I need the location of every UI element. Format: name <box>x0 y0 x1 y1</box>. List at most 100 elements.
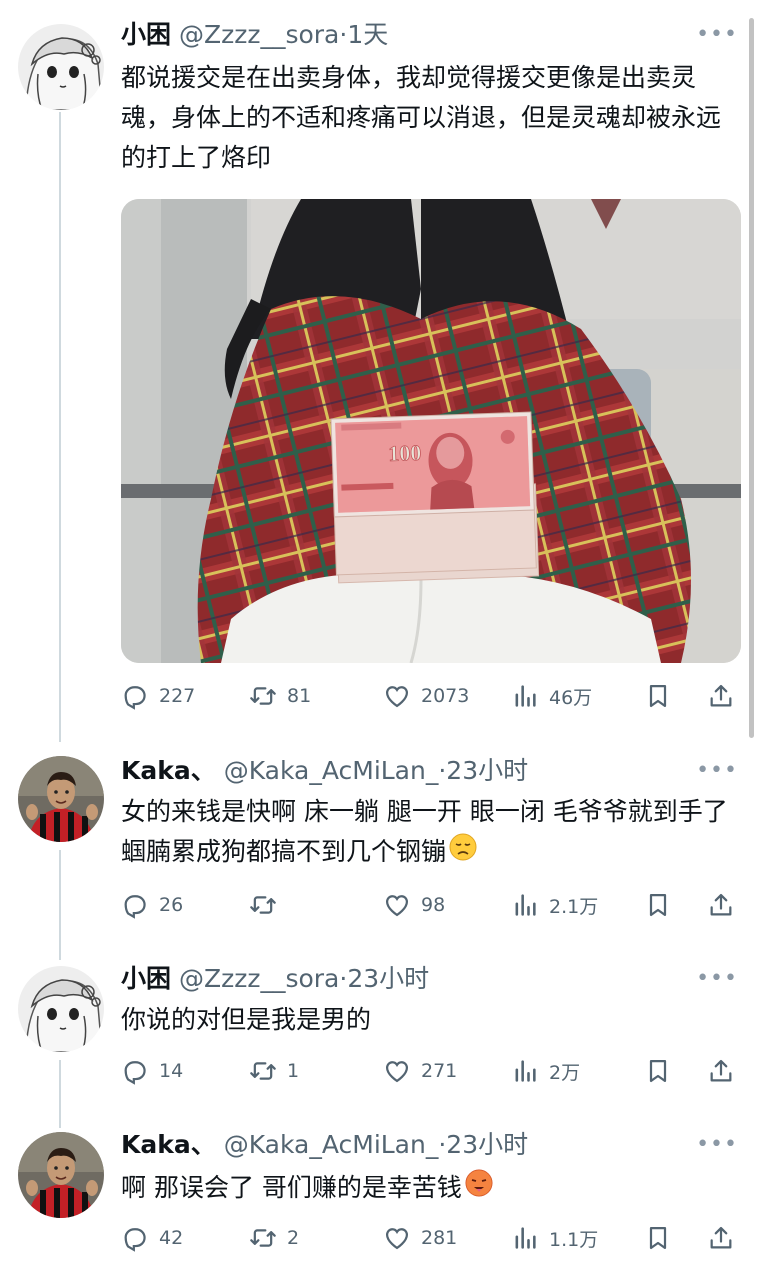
retweet-count: 2 <box>287 1227 300 1249</box>
reply-count: 227 <box>159 685 196 707</box>
tweet-actions: 14 1 271 2万 <box>121 1054 741 1088</box>
share-icon <box>710 1226 732 1249</box>
retweet-icon <box>250 1062 276 1080</box>
bookmark-button[interactable] <box>644 1054 672 1088</box>
views-icon <box>515 894 536 916</box>
share-button[interactable] <box>707 1054 735 1088</box>
like-button[interactable]: 281 <box>383 1221 457 1255</box>
handle-timestamp[interactable]: @Kaka_AcMiLan_·23小时 <box>224 1130 528 1159</box>
like-icon <box>385 1228 409 1250</box>
like-count: 271 <box>421 1060 458 1082</box>
display-name[interactable]: Kaka、 <box>121 756 216 785</box>
reply-button[interactable]: 227 <box>121 679 195 713</box>
retweet-button[interactable]: 1 <box>249 1054 299 1088</box>
retweet-count: 1 <box>287 1060 300 1082</box>
tweet-text: 女的来钱是快啊 床一躺 腿一开 眼一闭 毛爷爷就到手了 蝈腩累成狗都搞不到几个钢… <box>121 792 731 874</box>
bookmark-button[interactable] <box>644 888 672 922</box>
like-icon <box>385 895 409 917</box>
share-icon <box>710 893 732 916</box>
reply-icon <box>124 1061 146 1085</box>
avatar[interactable] <box>18 756 104 842</box>
tweet-header: Kaka、 @Kaka_AcMiLan_·23小时 <box>121 754 528 788</box>
view-count: 2万 <box>549 1061 581 1084</box>
retweet-button[interactable] <box>249 888 287 922</box>
views-icon <box>515 685 536 707</box>
reply-icon <box>124 686 146 710</box>
handle-timestamp[interactable]: @Zzzz__sora·23小时 <box>179 964 429 993</box>
reply-count: 14 <box>159 1060 184 1082</box>
tweet-header: 小困 @Zzzz__sora·23小时 <box>121 962 429 996</box>
hot-face-emoji-icon <box>464 1168 494 1210</box>
tweet[interactable]: Kaka、 @Kaka_AcMiLan_·23小时 ••• 啊 那误会了 哥们赚… <box>0 1120 758 1280</box>
handle-timestamp[interactable]: @Zzzz__sora·1天 <box>179 20 388 49</box>
more-icon[interactable]: ••• <box>696 758 738 783</box>
reply-button[interactable]: 26 <box>121 888 183 922</box>
views-button[interactable]: 1.1万 <box>511 1221 598 1255</box>
share-icon <box>710 1059 732 1082</box>
display-name[interactable]: Kaka、 <box>121 1130 216 1159</box>
like-count: 98 <box>421 894 446 916</box>
display-name[interactable]: 小困 <box>121 964 171 993</box>
views-button[interactable]: 2.1万 <box>511 888 598 922</box>
reply-count: 26 <box>159 894 184 916</box>
view-count: 1.1万 <box>549 1228 599 1251</box>
bookmark-icon <box>649 1059 667 1083</box>
views-icon <box>515 1227 536 1249</box>
tweet-text: 都说援交是在出卖身体，我却觉得援交更像是出卖灵魂，身体上的不适和疼痛可以消退，但… <box>121 63 722 172</box>
bookmark-icon <box>649 1226 667 1250</box>
like-button[interactable]: 271 <box>383 1054 457 1088</box>
view-count: 2.1万 <box>549 895 599 918</box>
tweet-text-content: 女的来钱是快啊 床一躺 腿一开 眼一闭 毛爷爷就到手了 蝈腩累成狗都搞不到几个钢… <box>121 797 728 866</box>
share-button[interactable] <box>707 679 735 713</box>
retweet-button[interactable]: 2 <box>249 1221 299 1255</box>
more-icon[interactable]: ••• <box>696 1132 738 1157</box>
views-button[interactable]: 46万 <box>511 679 592 713</box>
views-icon <box>515 1060 536 1082</box>
like-icon <box>385 1061 409 1083</box>
retweet-icon <box>250 896 276 914</box>
reply-button[interactable]: 42 <box>121 1221 183 1255</box>
retweet-count: 81 <box>287 685 312 707</box>
tweet-text: 啊 那误会了 哥们赚的是幸苦钱 <box>121 1168 731 1210</box>
like-icon <box>385 686 409 708</box>
tweet-text: 你说的对但是我是男的 <box>121 1005 372 1034</box>
bookmark-icon <box>649 684 667 708</box>
like-count: 281 <box>421 1227 458 1249</box>
bookmark-icon <box>649 893 667 917</box>
share-icon <box>710 684 732 707</box>
tweet-photo[interactable]: 100 <box>121 199 741 663</box>
tweet-actions: 42 2 281 1.1万 <box>121 1221 741 1255</box>
tweet-text-content: 啊 那误会了 哥们赚的是幸苦钱 <box>121 1173 462 1202</box>
pensive-emoji-icon <box>448 832 478 874</box>
retweet-icon <box>250 687 276 705</box>
like-button[interactable]: 98 <box>383 888 445 922</box>
reply-icon <box>124 1228 146 1252</box>
tweet-actions: 26 98 2.1万 <box>121 888 741 922</box>
banknote-denomination: 100 <box>388 440 422 466</box>
more-icon[interactable]: ••• <box>696 966 738 991</box>
reply-icon <box>124 895 146 919</box>
retweet-icon <box>250 1229 276 1247</box>
like-button[interactable]: 2073 <box>383 679 469 713</box>
display-name[interactable]: 小困 <box>121 20 171 49</box>
tweet[interactable]: 小困 @Zzzz__sora·1天 ••• 都说援交是在出卖身体，我却觉得援交更… <box>0 0 758 740</box>
avatar[interactable] <box>18 24 104 110</box>
tweet-header: Kaka、 @Kaka_AcMiLan_·23小时 <box>121 1128 528 1162</box>
bookmark-button[interactable] <box>644 679 672 713</box>
avatar[interactable] <box>18 966 104 1052</box>
retweet-button[interactable]: 81 <box>249 679 311 713</box>
reply-count: 42 <box>159 1227 184 1249</box>
like-count: 2073 <box>421 685 470 707</box>
tweet-actions: 227 81 2073 46万 <box>121 679 741 713</box>
more-icon[interactable]: ••• <box>696 22 738 47</box>
tweet[interactable]: 小困 @Zzzz__sora·23小时 ••• 你说的对但是我是男的 14 1 … <box>0 950 758 1120</box>
share-button[interactable] <box>707 1221 735 1255</box>
views-button[interactable]: 2万 <box>511 1054 580 1088</box>
tweet[interactable]: Kaka、 @Kaka_AcMiLan_·23小时 ••• 女的来钱是快啊 床一… <box>0 740 758 950</box>
bookmark-button[interactable] <box>644 1221 672 1255</box>
share-button[interactable] <box>707 888 735 922</box>
handle-timestamp[interactable]: @Kaka_AcMiLan_·23小时 <box>224 756 528 785</box>
avatar[interactable] <box>18 1132 104 1218</box>
reply-button[interactable]: 14 <box>121 1054 183 1088</box>
view-count: 46万 <box>549 686 593 709</box>
